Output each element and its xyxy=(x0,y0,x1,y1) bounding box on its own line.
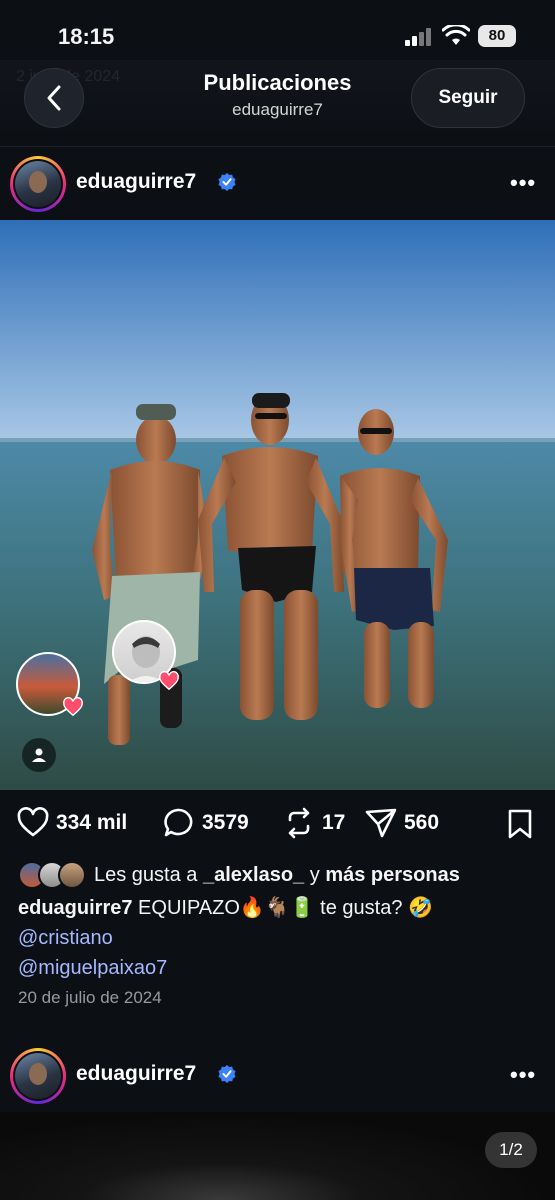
person-icon xyxy=(32,748,46,762)
like-count: 334 mil xyxy=(56,811,128,834)
liked-by-row[interactable]: Les gusta a _alexlaso_ y más personas xyxy=(18,860,460,890)
liked-by-avatars xyxy=(18,861,86,889)
verified-badge-icon xyxy=(218,173,236,191)
repost-icon xyxy=(288,807,310,839)
liked-by-prefix: Les gusta a xyxy=(94,863,198,886)
post-header: eduaguirre7 ••• xyxy=(0,154,555,214)
back-button[interactable] xyxy=(24,68,84,128)
mention-link[interactable]: @cristiano xyxy=(18,923,538,953)
top-navigation-header: 2 julio de 2024 Publicaciones eduaguirre… xyxy=(0,60,555,140)
post-actions-bar: 334 mil 3579 17 560 xyxy=(0,800,555,848)
header-divider xyxy=(0,146,555,147)
tagged-users-button[interactable] xyxy=(22,738,56,772)
page-title: Publicaciones xyxy=(203,70,352,95)
send-icon xyxy=(365,808,397,838)
cellular-signal-icon xyxy=(405,28,431,46)
liked-by-join: y xyxy=(309,863,320,886)
status-bar: 18:15 80 xyxy=(0,0,555,66)
avatar[interactable] xyxy=(10,156,66,212)
heart-icon xyxy=(159,671,179,691)
verified-badge-icon xyxy=(218,1065,236,1083)
post-caption: eduaguirre7 EQUIPAZO🔥🐐🔋 te gusta? 🤣 @cri… xyxy=(18,893,538,983)
bookmark-icon[interactable] xyxy=(505,808,535,840)
mention-link[interactable]: @miguelpaixao7 xyxy=(18,953,538,983)
carousel-page-indicator: 1/2 xyxy=(485,1132,537,1168)
avatar-image xyxy=(15,1053,61,1099)
like-button[interactable]: 334 mil xyxy=(16,806,127,840)
liked-by-user[interactable]: _alexlaso_ xyxy=(203,864,304,887)
repost-count: 17 xyxy=(322,811,346,834)
heart-outline-icon xyxy=(17,807,49,837)
next-post-username[interactable]: eduaguirre7 xyxy=(76,1062,196,1086)
wifi-icon xyxy=(442,25,470,45)
more-options-icon[interactable]: ••• xyxy=(510,170,536,196)
next-post-photo[interactable]: 1/2 xyxy=(0,1112,555,1200)
follow-button[interactable]: Seguir xyxy=(411,68,525,128)
caption-username[interactable]: eduaguirre7 xyxy=(18,897,132,919)
more-options-icon[interactable]: ••• xyxy=(510,1062,536,1088)
post-username[interactable]: eduaguirre7 xyxy=(76,170,196,194)
next-post-header: eduaguirre7 ••• xyxy=(0,1046,555,1106)
repost-button[interactable]: 17 xyxy=(282,806,345,840)
chevron-left-icon xyxy=(47,85,61,111)
post-photo[interactable] xyxy=(0,220,555,790)
status-time: 18:15 xyxy=(58,24,115,49)
heart-icon xyxy=(63,697,83,717)
share-button[interactable]: 560 xyxy=(364,806,439,840)
page-subtitle: eduaguirre7 xyxy=(232,100,323,119)
avatar xyxy=(58,861,86,889)
comment-bubble-icon xyxy=(164,808,193,837)
post-date: 20 de julio de 2024 xyxy=(18,988,162,1007)
battery-indicator: 80 xyxy=(478,25,516,47)
avatar-image xyxy=(15,161,61,207)
share-count: 560 xyxy=(404,811,440,834)
comment-count: 3579 xyxy=(202,811,249,834)
comment-button[interactable]: 3579 xyxy=(162,806,249,840)
avatar[interactable] xyxy=(10,1048,66,1104)
header-title-block: Publicaciones eduaguirre7 xyxy=(130,70,425,120)
caption-text: EQUIPAZO🔥🐐🔋 te gusta? 🤣 xyxy=(138,897,433,919)
liked-by-others[interactable]: más personas xyxy=(325,864,460,887)
